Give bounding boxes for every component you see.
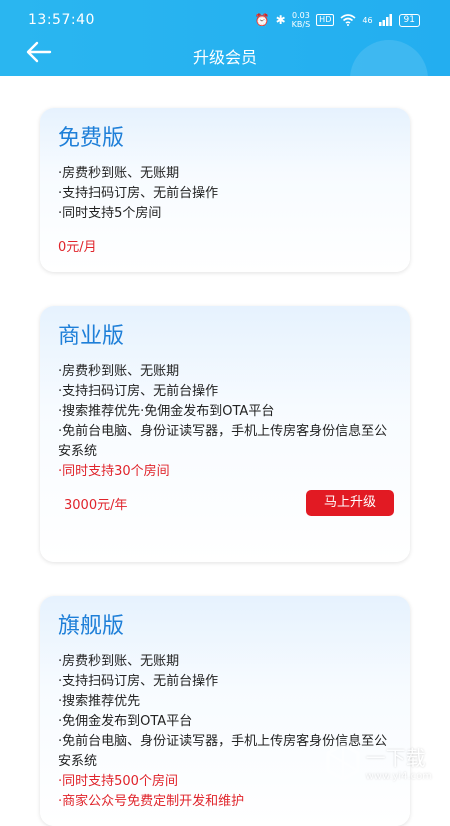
feature-item: ·支持扫码订房、无前台操作 <box>58 384 219 399</box>
feature-list: ·房费秒到账、无账期 ·支持扫码订房、无前台操作 ·搜索推荐优先 ·免佣金发布到… <box>58 652 392 812</box>
feature-item: ·搜索推荐优先·免佣金发布到OTA平台 <box>58 404 275 419</box>
feature-list: ·房费秒到账、无账期 ·支持扫码订房、无前台操作 ·同时支持5个房间 <box>58 164 392 224</box>
feature-item: ·支持扫码订房、无前台操作 <box>58 186 219 201</box>
net-speed-unit: KB/S <box>291 20 311 29</box>
plan-name: 商业版 <box>58 324 125 349</box>
status-time: 13:57:40 <box>28 12 95 28</box>
app-header: 升级会员 <box>0 40 450 76</box>
watermark: 一下载 www.yi4.com <box>326 742 432 782</box>
plan-name: 免费版 <box>58 126 125 151</box>
feature-item: ·房费秒到账、无账期 <box>58 364 180 379</box>
feature-list: ·房费秒到账、无账期 ·支持扫码订房、无前台操作 ·搜索推荐优先·免佣金发布到O… <box>58 362 392 482</box>
plan-card-business: 商业版 ·房费秒到账、无账期 ·支持扫码订房、无前台操作 ·搜索推荐优先·免佣金… <box>40 306 410 562</box>
page-title: 升级会员 <box>192 48 257 67</box>
feature-item: ·免前台电脑、身份证读写器，手机上传房客身份信息至公安系统 <box>58 424 388 459</box>
net-speed: 0.03 KB/S <box>292 11 311 29</box>
net-speed-value: 0.03 <box>292 11 310 20</box>
feature-highlight: ·商家公众号免费定制开发和维护 <box>58 794 245 809</box>
feature-item: ·同时支持5个房间 <box>58 206 162 221</box>
plan-card-flagship: 旗舰版 ·房费秒到账、无账期 ·支持扫码订房、无前台操作 ·搜索推荐优先 ·免佣… <box>40 596 410 826</box>
wifi-icon <box>340 14 356 26</box>
watermark-text: 一下载 <box>365 746 426 770</box>
status-icons: ⏰ ✱ 0.03 KB/S HD 46 91 <box>255 11 420 29</box>
feature-highlight: ·同时支持30个房间 <box>58 464 170 479</box>
plan-price: 0元/月 <box>58 240 97 255</box>
watermark-logo-icon <box>326 743 360 781</box>
feature-item: ·搜索推荐优先 <box>58 694 141 709</box>
plan-card-free: 免费版 ·房费秒到账、无账期 ·支持扫码订房、无前台操作 ·同时支持5个房间 0… <box>40 108 410 272</box>
feature-item: ·免佣金发布到OTA平台 <box>58 714 193 729</box>
plan-price: 3000元/年 <box>64 498 128 513</box>
upgrade-button[interactable]: 马上升级 <box>306 490 394 516</box>
feature-item: ·支持扫码订房、无前台操作 <box>58 674 219 689</box>
bluetooth-icon: ✱ <box>275 13 286 27</box>
feature-item: ·房费秒到账、无账期 <box>58 654 180 669</box>
status-bar: 13:57:40 ⏰ ✱ 0.03 KB/S HD 46 91 <box>0 0 450 40</box>
feature-item: ·房费秒到账、无账期 <box>58 166 180 181</box>
top-band: 13:57:40 ⏰ ✱ 0.03 KB/S HD 46 91 升级会员 <box>0 0 450 76</box>
alarm-icon: ⏰ <box>254 13 270 27</box>
signal-icon <box>378 14 392 26</box>
hd-badge: HD <box>316 14 335 26</box>
watermark-url: www.yi4.com <box>365 771 432 782</box>
plan-name: 旗舰版 <box>58 614 125 639</box>
signal-type: 46 <box>362 15 373 25</box>
battery-indicator: 91 <box>398 13 420 27</box>
